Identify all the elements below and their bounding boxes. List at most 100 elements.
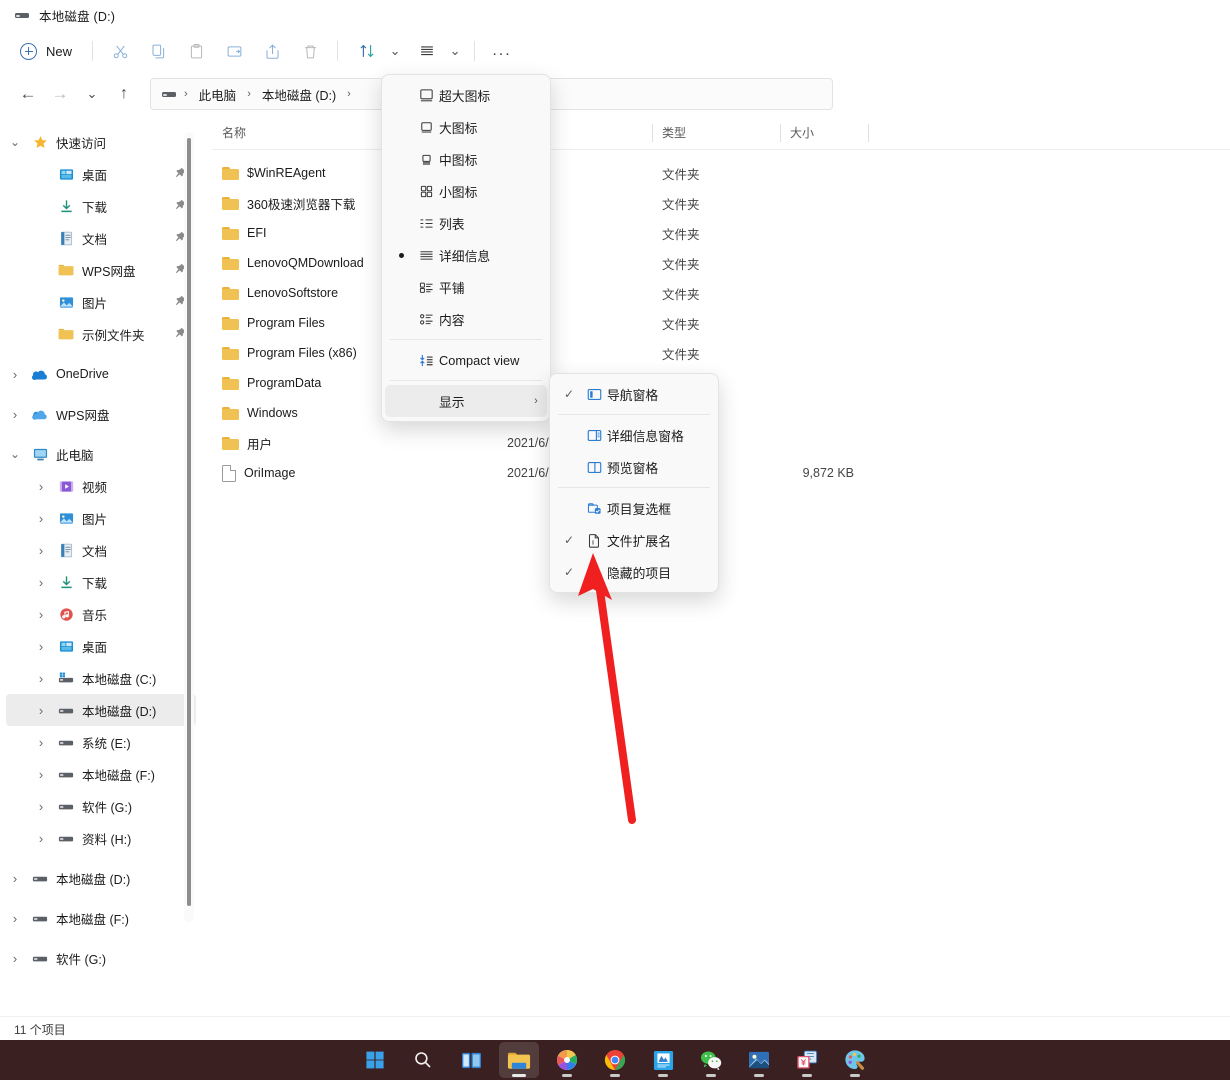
- chevron-right-icon[interactable]: ›: [6, 951, 24, 966]
- breadcrumb-item-1[interactable]: 本地磁盘 (D:): [258, 83, 340, 106]
- view-options-menu[interactable]: 超大图标大图标中图标小图标列表详细信息平铺内容 Compact view 显示›: [381, 74, 551, 422]
- task-view-button[interactable]: [451, 1042, 491, 1078]
- recent-locations-button[interactable]: ⌄: [76, 78, 108, 110]
- view-menu-item-1[interactable]: 大图标: [385, 111, 547, 143]
- show-submenu-item-5[interactable]: 项目复选框: [553, 492, 715, 524]
- chevron-right-icon[interactable]: ›: [32, 703, 50, 718]
- sidebar-item-22[interactable]: ›本地磁盘 (D:): [6, 862, 196, 894]
- sidebar-item-24[interactable]: ›软件 (G:): [6, 942, 196, 974]
- sidebar-item-1[interactable]: 桌面: [6, 158, 196, 190]
- chevron-right-icon[interactable]: ›: [32, 575, 50, 590]
- column-header-size[interactable]: 大小: [780, 116, 868, 150]
- table-row[interactable]: LenovoQMDownload6 19:40文件夹: [212, 248, 1230, 278]
- view-menu-item-11[interactable]: 显示›: [385, 385, 547, 417]
- start-button[interactable]: [355, 1042, 395, 1078]
- table-row[interactable]: ProgramData: [212, 368, 1230, 398]
- paste-button[interactable]: [177, 35, 215, 67]
- sidebar-item-7[interactable]: ›OneDrive: [6, 358, 196, 390]
- view-menu-item-9[interactable]: Compact view: [385, 344, 547, 376]
- new-button[interactable]: New: [12, 37, 84, 66]
- chevron-right-icon[interactable]: ›: [32, 479, 50, 494]
- sidebar-item-13[interactable]: ›下载: [6, 566, 196, 598]
- sort-icon-wrap[interactable]: [348, 35, 386, 67]
- sidebar-item-15[interactable]: ›桌面: [6, 630, 196, 662]
- sidebar-item-9[interactable]: ⌄此电脑: [6, 438, 196, 470]
- rename-button[interactable]: [215, 35, 253, 67]
- breadcrumb-item-0[interactable]: 此电脑: [195, 83, 241, 106]
- copy-button[interactable]: [139, 35, 177, 67]
- sidebar-item-19[interactable]: ›本地磁盘 (F:): [6, 758, 196, 790]
- chevron-right-icon[interactable]: ›: [32, 735, 50, 750]
- sidebar-item-2[interactable]: 下载: [6, 190, 196, 222]
- show-submenu-item-0[interactable]: ✓导航窗格: [553, 378, 715, 410]
- table-row[interactable]: LenovoSoftstore6 23:31文件夹: [212, 278, 1230, 308]
- sidebar-item-4[interactable]: WPS网盘: [6, 254, 196, 286]
- paint-button[interactable]: [835, 1042, 875, 1078]
- chevron-right-icon[interactable]: ›: [6, 407, 24, 422]
- chevron-down-icon[interactable]: ⌄: [386, 43, 404, 59]
- chevron-right-icon[interactable]: ›: [32, 767, 50, 782]
- chevron-right-icon[interactable]: ›: [6, 367, 24, 382]
- wechat-button[interactable]: [691, 1042, 731, 1078]
- share-button[interactable]: [253, 35, 291, 67]
- show-submenu-item-6[interactable]: ✓文件扩展名: [553, 524, 715, 556]
- sidebar-item-10[interactable]: ›视频: [6, 470, 196, 502]
- chevron-right-icon[interactable]: ›: [6, 871, 24, 886]
- back-button[interactable]: ←: [12, 78, 44, 110]
- photo-viewer-button[interactable]: [739, 1042, 779, 1078]
- chrome-button[interactable]: [595, 1042, 635, 1078]
- sidebar-item-5[interactable]: 图片: [6, 286, 196, 318]
- search-button[interactable]: [403, 1042, 443, 1078]
- chevron-right-icon[interactable]: ›: [32, 639, 50, 654]
- cut-button[interactable]: [101, 35, 139, 67]
- chevron-right-icon[interactable]: ›: [32, 831, 50, 846]
- view-menu-item-6[interactable]: 平铺: [385, 271, 547, 303]
- sort-button[interactable]: ⌄: [346, 35, 406, 67]
- sidebar-item-3[interactable]: 文档: [6, 222, 196, 254]
- forward-button[interactable]: →: [44, 78, 76, 110]
- show-submenu[interactable]: ✓导航窗格详细信息窗格预览窗格项目复选框✓文件扩展名✓隐藏的项目: [549, 373, 719, 593]
- more-options-button[interactable]: ...: [483, 35, 521, 67]
- chevron-right-icon[interactable]: ›: [32, 511, 50, 526]
- sidebar-item-0[interactable]: ⌄快速访问: [6, 126, 196, 158]
- alipay-button[interactable]: [787, 1042, 827, 1078]
- table-row[interactable]: OriImage2021/6/9,872 KB: [212, 458, 1230, 488]
- view-menu-item-5[interactable]: 详细信息: [385, 239, 547, 271]
- sidebar-item-18[interactable]: ›系统 (E:): [6, 726, 196, 758]
- chevron-right-icon[interactable]: ›: [32, 671, 50, 686]
- view-menu-item-2[interactable]: 中图标: [385, 143, 547, 175]
- view-menu-item-4[interactable]: 列表: [385, 207, 547, 239]
- show-submenu-item-2[interactable]: 详细信息窗格: [553, 419, 715, 451]
- sidebar-item-8[interactable]: ›WPS网盘: [6, 398, 196, 430]
- sidebar-item-16[interactable]: ›本地磁盘 (C:): [6, 662, 196, 694]
- view-menu-item-3[interactable]: 小图标: [385, 175, 547, 207]
- column-header-type[interactable]: 类型: [652, 116, 780, 150]
- delete-button[interactable]: [291, 35, 329, 67]
- view-menu-item-0[interactable]: 超大图标: [385, 79, 547, 111]
- sidebar-item-23[interactable]: ›本地磁盘 (F:): [6, 902, 196, 934]
- show-submenu-item-3[interactable]: 预览窗格: [553, 451, 715, 483]
- wps-button[interactable]: [643, 1042, 683, 1078]
- file-explorer-button[interactable]: [499, 1042, 539, 1078]
- up-button[interactable]: ↑: [108, 78, 140, 110]
- chevron-right-icon[interactable]: ›: [32, 607, 50, 622]
- chevron-right-icon[interactable]: ›: [32, 543, 50, 558]
- sidebar-item-6[interactable]: 示例文件夹: [6, 318, 196, 350]
- sidebar-item-21[interactable]: ›资料 (H:): [6, 822, 196, 854]
- breadcrumb-separator[interactable]: ›: [347, 88, 351, 100]
- table-row[interactable]: 360极速浏览器下载3 17:26文件夹: [212, 188, 1230, 218]
- sidebar-item-11[interactable]: ›图片: [6, 502, 196, 534]
- sidebar-item-14[interactable]: ›音乐: [6, 598, 196, 630]
- chevron-down-icon[interactable]: ⌄: [446, 43, 464, 59]
- view-menu-item-7[interactable]: 内容: [385, 303, 547, 335]
- view-button[interactable]: ⌄: [406, 35, 466, 67]
- chevron-right-icon[interactable]: ›: [32, 799, 50, 814]
- show-submenu-item-7[interactable]: ✓隐藏的项目: [553, 556, 715, 588]
- sidebar-item-17[interactable]: ›本地磁盘 (D:): [6, 694, 196, 726]
- sidebar-item-20[interactable]: ›软件 (G:): [6, 790, 196, 822]
- sidebar-scrollbar-thumb[interactable]: [187, 138, 191, 906]
- table-row[interactable]: $WinREAgent2:15文件夹: [212, 158, 1230, 188]
- sidebar-item-12[interactable]: ›文档: [6, 534, 196, 566]
- photos-button[interactable]: [547, 1042, 587, 1078]
- table-row[interactable]: Windows2021/4/: [212, 398, 1230, 428]
